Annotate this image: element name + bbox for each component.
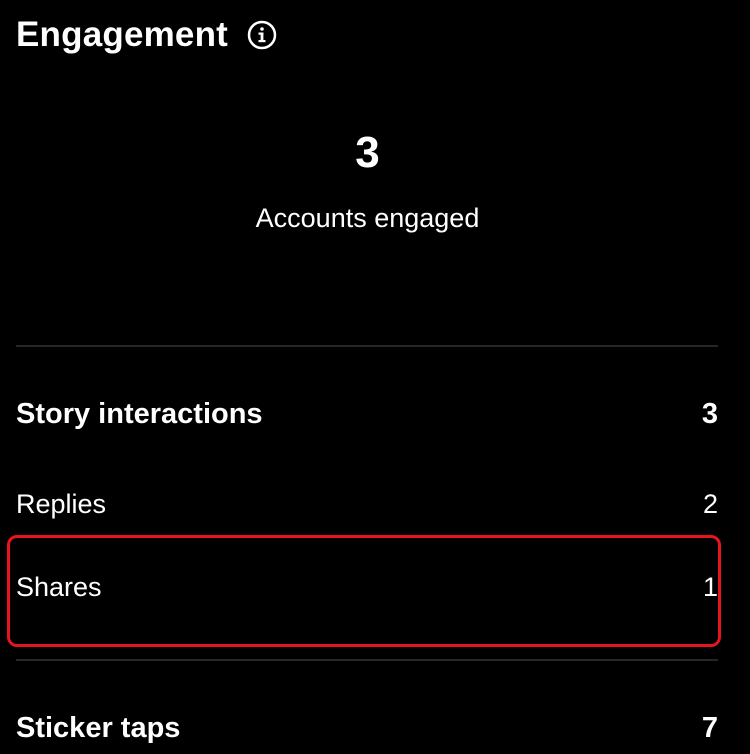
engagement-header: Engagement — [16, 10, 278, 60]
divider — [16, 345, 718, 347]
shares-highlight-box — [7, 535, 721, 647]
accounts-engaged-summary: 3 Accounts engaged — [0, 120, 735, 238]
info-icon-graphic — [247, 20, 277, 50]
story-interactions-label: Story interactions — [16, 397, 263, 430]
page-title: Engagement — [16, 15, 229, 54]
story-interactions-row[interactable]: Story interactions 3 — [16, 392, 718, 436]
accounts-engaged-count: 3 — [355, 128, 380, 177]
replies-row[interactable]: Replies 2 — [16, 484, 718, 524]
accounts-engaged-label: Accounts engaged — [255, 203, 480, 233]
sticker-taps-row[interactable]: Sticker taps 7 — [16, 706, 718, 750]
replies-label: Replies — [16, 488, 107, 519]
info-icon[interactable] — [246, 19, 278, 51]
replies-value: 2 — [702, 488, 718, 519]
story-interactions-value: 3 — [701, 397, 718, 430]
sticker-taps-value: 7 — [701, 711, 718, 744]
divider — [16, 659, 718, 661]
sticker-taps-label: Sticker taps — [16, 711, 181, 744]
